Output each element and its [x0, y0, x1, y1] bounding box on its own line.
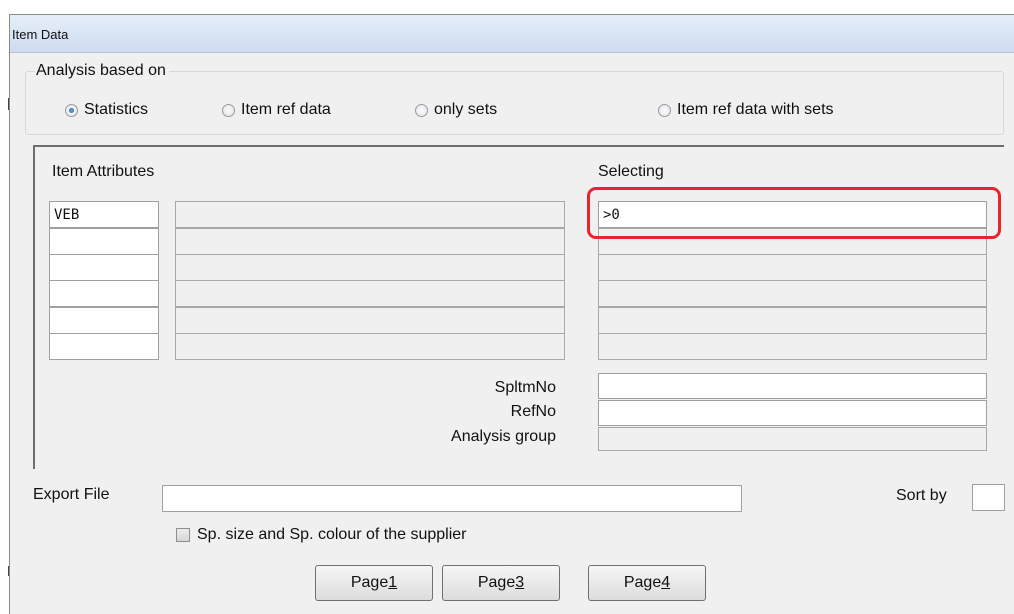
attribute-code-field[interactable] [49, 254, 159, 281]
analysis-group-box [25, 71, 1004, 135]
selecting-header: Selecting [598, 163, 664, 180]
radio-icon [222, 103, 235, 117]
attribute-code-field[interactable] [49, 228, 159, 255]
sort-by-input[interactable] [972, 484, 1005, 511]
sort-by-label: Sort by [896, 487, 947, 504]
radio-only-sets[interactable]: only sets [415, 101, 497, 119]
spltmno-label: SpltmNo [494, 379, 556, 396]
selecting-field [598, 280, 987, 307]
radio-selected-icon [65, 103, 78, 117]
attribute-code-field[interactable] [49, 307, 159, 334]
attribute-description-field [175, 201, 565, 228]
attribute-description-field [175, 333, 565, 360]
supplier-size-colour-checkbox[interactable]: Sp. size and Sp. colour of the supplier [176, 526, 467, 544]
attribute-code-field[interactable] [49, 333, 159, 360]
checkbox-icon [176, 528, 190, 542]
refno-label: RefNo [510, 403, 556, 420]
radio-item-ref-data[interactable]: Item ref data [222, 101, 331, 119]
spltmno-field[interactable] [598, 373, 987, 399]
attribute-description-field [175, 307, 565, 334]
radio-statistics[interactable]: Statistics [65, 101, 148, 119]
attribute-code-field[interactable] [49, 280, 159, 307]
export-file-label: Export File [33, 486, 110, 503]
attribute-description-field [175, 280, 565, 307]
title-bar: Item Data [10, 15, 1014, 53]
selecting-highlight-box [587, 187, 1001, 239]
radio-icon [415, 103, 428, 117]
analysis-group-field [598, 427, 987, 451]
attribute-description-field [175, 228, 565, 255]
radio-item-ref-data-with-sets[interactable]: Item ref data with sets [658, 101, 834, 119]
attribute-description-field [175, 254, 565, 281]
analysis-legend: Analysis based on [35, 62, 169, 80]
refno-field[interactable] [598, 400, 987, 426]
item-attributes-header: Item Attributes [52, 163, 155, 180]
selecting-field [598, 254, 987, 281]
selecting-field [598, 333, 987, 360]
radio-icon [658, 103, 671, 117]
attribute-code-field[interactable]: VEB [49, 201, 159, 228]
page-4-button[interactable]: Page 4 [588, 565, 706, 601]
window-title: Item Data [12, 27, 69, 42]
page-1-button[interactable]: Page 1 [315, 565, 433, 601]
export-file-input[interactable] [162, 485, 742, 512]
page-3-button[interactable]: Page 3 [442, 565, 560, 601]
selecting-field [598, 307, 987, 334]
analysis-group-label: Analysis group [451, 428, 556, 445]
